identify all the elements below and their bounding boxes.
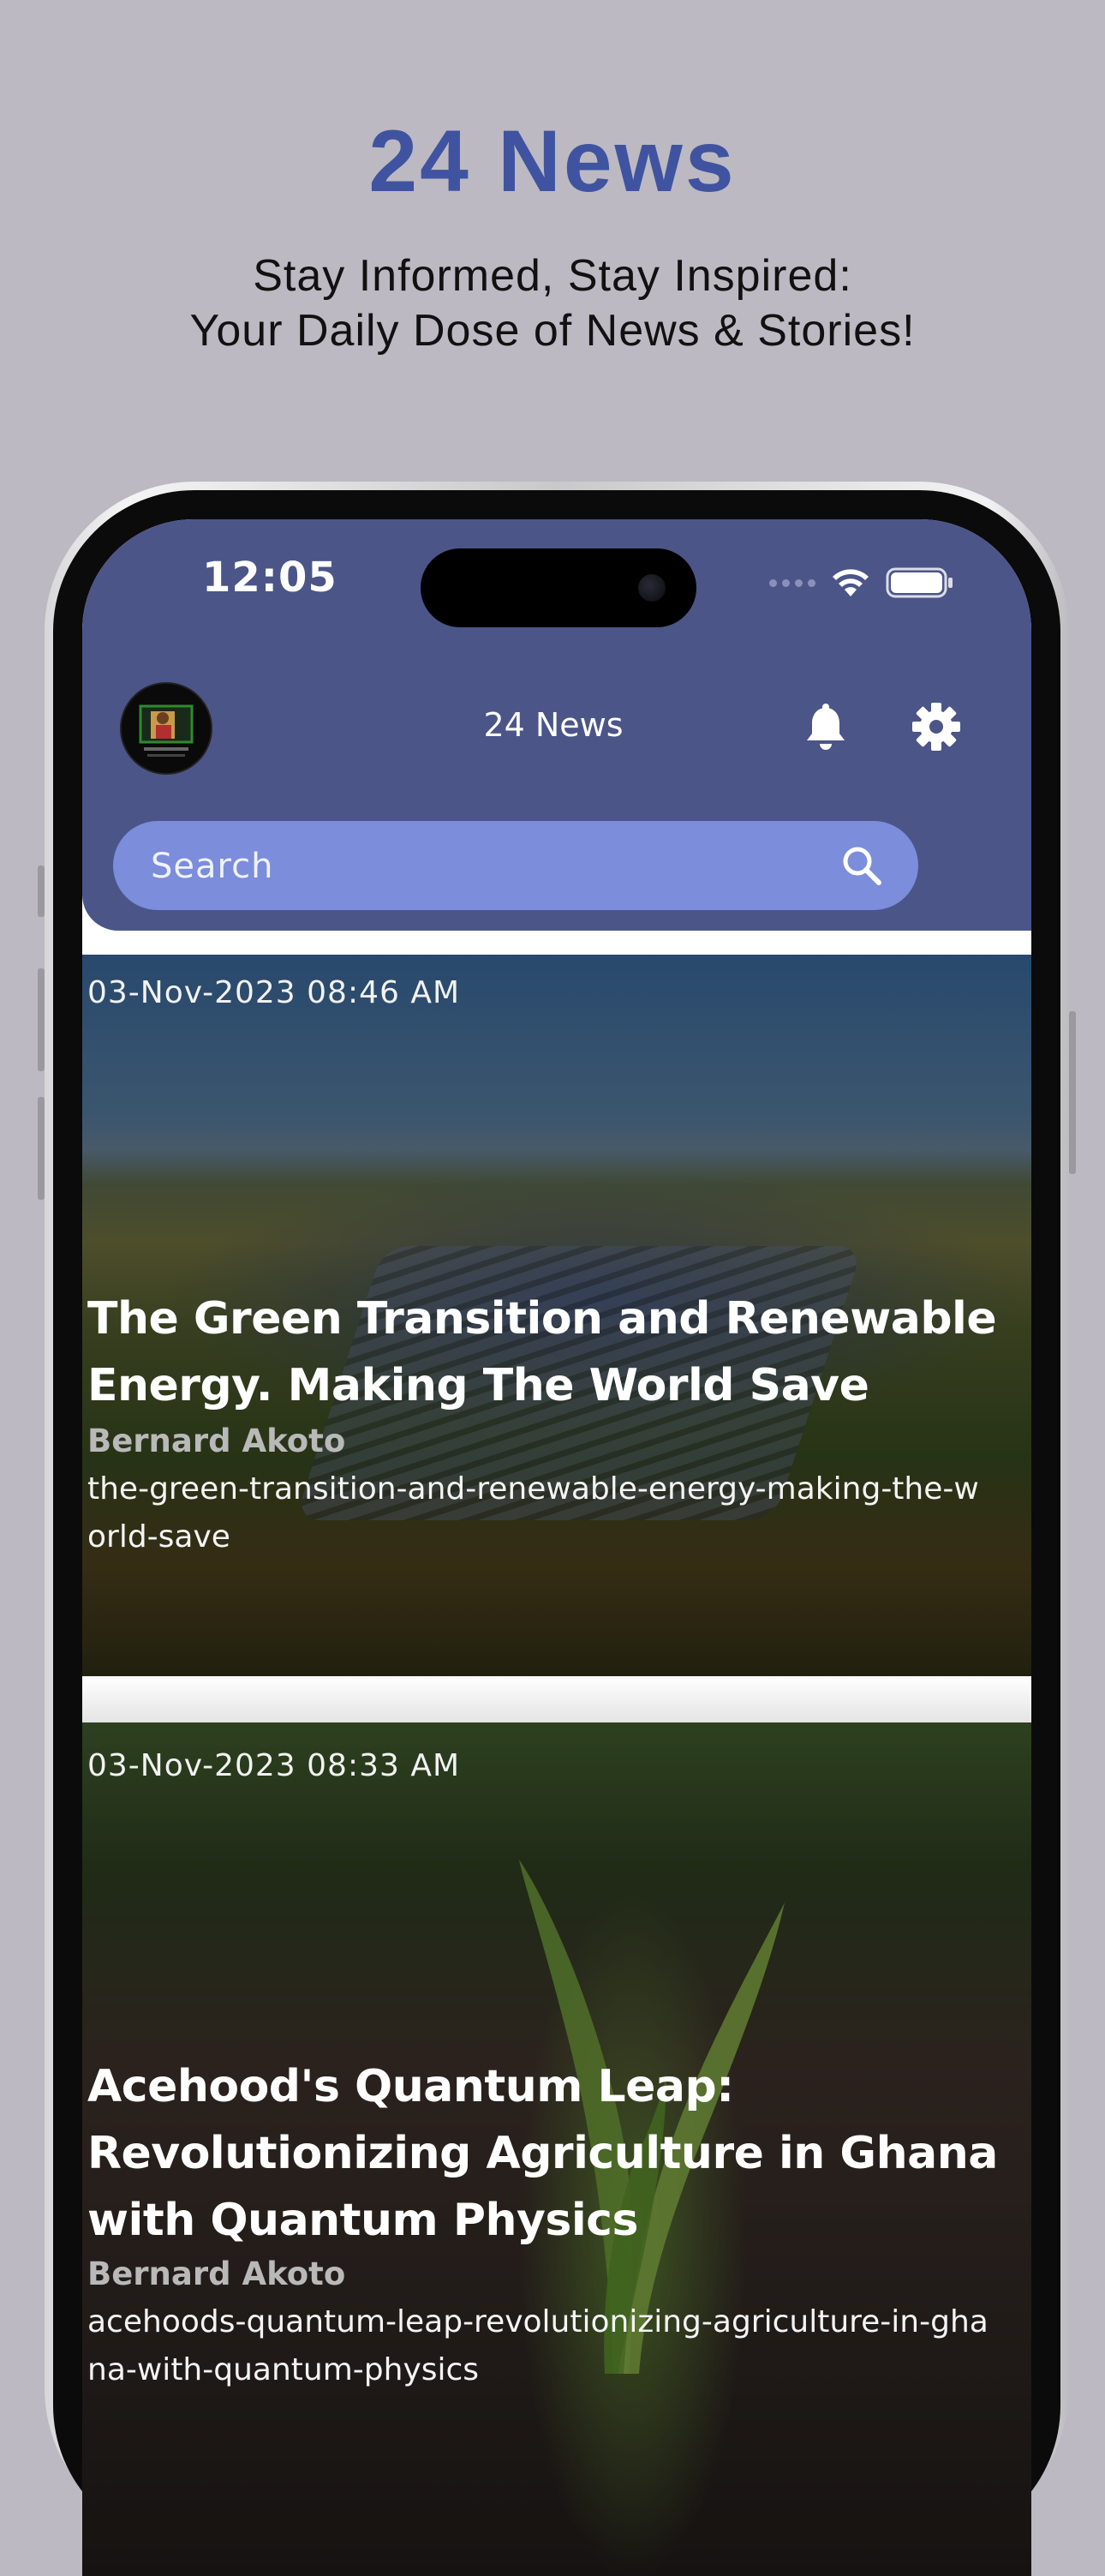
gear-icon	[912, 703, 960, 751]
card-divider	[82, 1676, 1031, 1722]
status-icons	[769, 566, 954, 600]
avatar[interactable]	[120, 682, 212, 775]
article-slug: the-green-transition-and-renewable-energ…	[87, 1471, 979, 1555]
phone-side-button	[38, 866, 45, 917]
article-author: Bernard Akoto	[87, 1423, 346, 1459]
app-title: 24 News	[483, 706, 624, 744]
article-card[interactable]: 03-Nov-2023 08:46 AM The Green Transitio…	[82, 955, 1031, 1676]
search-icon[interactable]	[839, 843, 884, 888]
phone-side-button	[1069, 1011, 1076, 1174]
promo-subtitle-line-2: Your Daily Dose of News & Stories!	[189, 306, 916, 356]
article-date: 03-Nov-2023 08:33 AM	[87, 1748, 461, 1783]
battery-icon	[886, 567, 953, 598]
article-slug: acehoods-quantum-leap-revolutionizing-ag…	[87, 2304, 989, 2387]
avatar-image	[122, 684, 211, 773]
settings-button[interactable]	[911, 701, 962, 752]
status-time: 12:05	[202, 554, 337, 602]
camera-icon	[638, 574, 666, 602]
article-title[interactable]: Acehood's Quantum Leap: Revolutionizing …	[87, 2053, 1026, 2254]
phone-side-button	[38, 1097, 45, 1200]
promo-subtitle-line-1: Stay Informed, Stay Inspired:	[253, 251, 852, 301]
promo-subtitle: Stay Informed, Stay Inspired: Your Daily…	[0, 249, 1105, 358]
signal-icon	[769, 578, 815, 587]
promo-title: 24 News	[368, 112, 737, 210]
dynamic-island	[421, 548, 696, 627]
phone-screen: 12:05 24 News Search 03-Nov-2023 08:46 A…	[82, 519, 1031, 2576]
wifi-icon	[833, 569, 869, 596]
article-card[interactable]: 03-Nov-2023 08:33 AM Acehood's Quantum L…	[82, 1722, 1031, 2576]
bell-icon	[807, 704, 845, 750]
article-title[interactable]: The Green Transition and Renewable Energ…	[87, 1285, 1026, 1419]
search-bar[interactable]	[113, 821, 918, 912]
article-author: Bernard Akoto	[87, 2255, 346, 2292]
article-date: 03-Nov-2023 08:46 AM	[87, 975, 461, 1010]
notifications-button[interactable]	[802, 703, 850, 754]
phone-side-button	[38, 968, 45, 1071]
search-input[interactable]	[149, 821, 821, 912]
